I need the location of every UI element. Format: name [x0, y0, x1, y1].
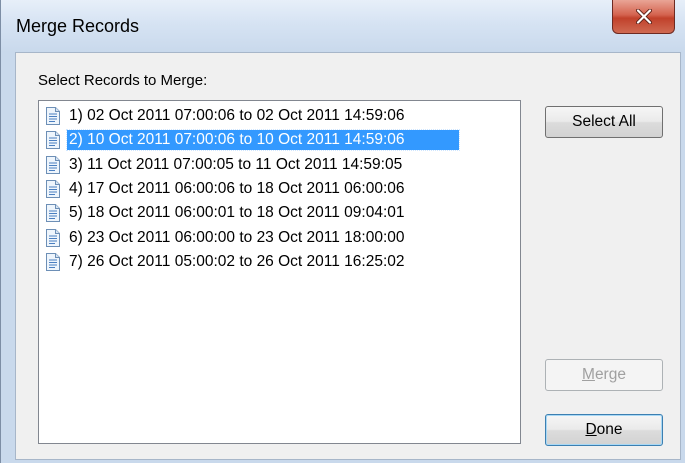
- document-icon: [46, 107, 60, 125]
- merge-records-dialog: Merge Records Select Records to Merge: 1…: [0, 0, 685, 463]
- select-all-button[interactable]: Select All: [545, 106, 663, 138]
- document-icon: [46, 228, 60, 247]
- record-list-item[interactable]: 6) 23 Oct 2011 06:00:00 to 23 Oct 2011 1…: [46, 226, 516, 250]
- merge-mnemonic: M: [582, 366, 595, 383]
- merge-label-rest: erge: [594, 366, 626, 383]
- record-label: 3) 11 Oct 2011 07:00:05 to 11 Oct 2011 1…: [69, 155, 403, 173]
- document-icon: [46, 131, 60, 150]
- done-button[interactable]: Done: [545, 414, 663, 446]
- document-icon: [46, 155, 60, 174]
- title-bar[interactable]: Merge Records: [1, 0, 685, 52]
- record-label: 5) 18 Oct 2011 06:00:01 to 18 Oct 2011 0…: [69, 204, 405, 222]
- dialog-body: Select Records to Merge: 1) 02 Oct 2011 …: [15, 52, 681, 460]
- record-list-item[interactable]: 3) 11 Oct 2011 07:00:05 to 11 Oct 2011 1…: [46, 153, 516, 177]
- close-icon: [636, 9, 652, 24]
- records-list-label: Select Records to Merge:: [38, 72, 208, 89]
- document-icon: [46, 252, 60, 271]
- record-list-item[interactable]: 2) 10 Oct 2011 07:00:06 to 10 Oct 2011 1…: [46, 128, 516, 152]
- record-label: 1) 02 Oct 2011 07:00:06 to 02 Oct 2011 1…: [69, 107, 405, 124]
- record-label: 4) 17 Oct 2011 06:00:06 to 18 Oct 2011 0…: [69, 179, 405, 197]
- done-label-rest: one: [596, 421, 623, 438]
- window-title: Merge Records: [16, 16, 140, 36]
- document-icon: [46, 204, 60, 223]
- record-list-item[interactable]: 7) 26 Oct 2011 05:00:02 to 26 Oct 2011 1…: [46, 250, 516, 274]
- record-label: 7) 26 Oct 2011 05:00:02 to 26 Oct 2011 1…: [69, 252, 405, 270]
- close-button[interactable]: [612, 0, 675, 34]
- record-list-item[interactable]: 5) 18 Oct 2011 06:00:01 to 18 Oct 2011 0…: [46, 201, 516, 225]
- record-list-item[interactable]: 4) 17 Oct 2011 06:00:06 to 18 Oct 2011 0…: [46, 177, 516, 201]
- merge-button[interactable]: Merge: [545, 359, 663, 391]
- records-listbox[interactable]: 1) 02 Oct 2011 07:00:06 to 02 Oct 2011 1…: [38, 100, 521, 444]
- document-icon: [46, 179, 60, 198]
- record-list-item[interactable]: 1) 02 Oct 2011 07:00:06 to 02 Oct 2011 1…: [46, 104, 516, 128]
- record-label: 2) 10 Oct 2011 07:00:06 to 10 Oct 2011 1…: [66, 129, 460, 152]
- record-label: 6) 23 Oct 2011 06:00:00 to 23 Oct 2011 1…: [69, 228, 405, 246]
- done-mnemonic: D: [585, 421, 597, 438]
